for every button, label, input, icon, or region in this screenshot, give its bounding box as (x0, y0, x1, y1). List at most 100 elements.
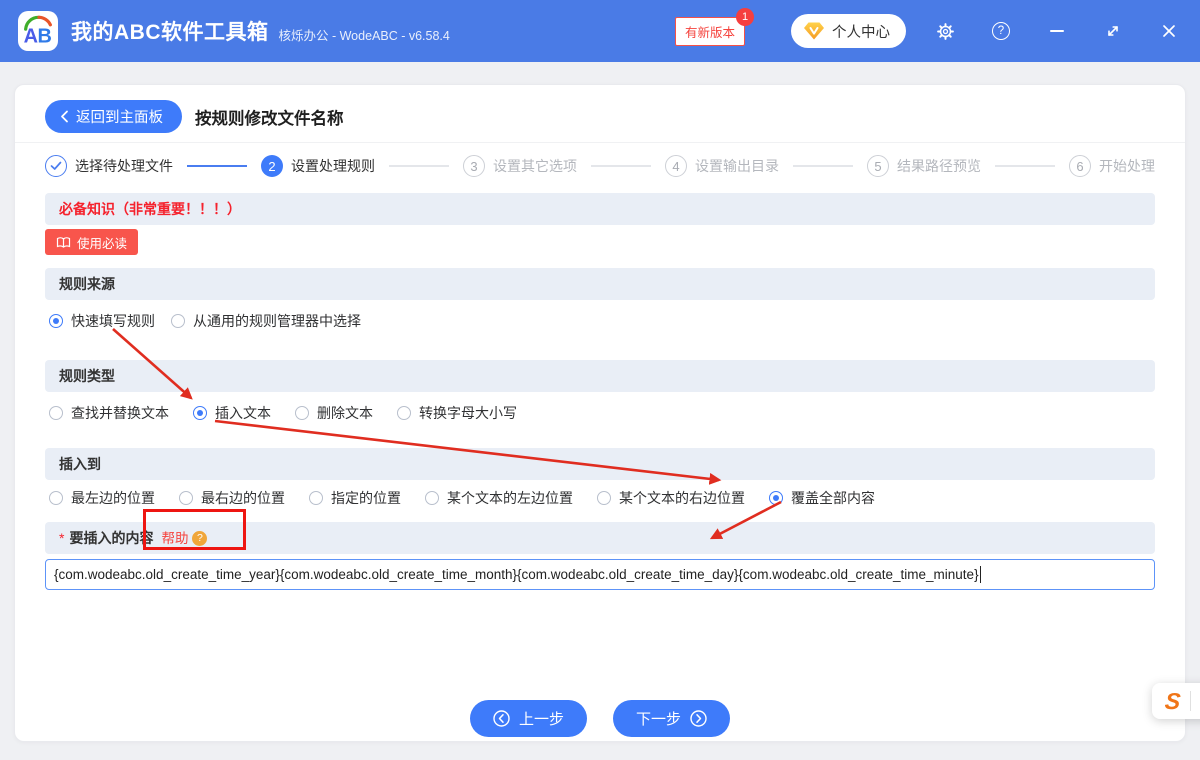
step-6: 6 开始处理 (1069, 155, 1155, 177)
app-logo-icon: A B (18, 11, 58, 51)
radio-label: 查找并替换文本 (71, 405, 169, 421)
step-label: 选择待处理文件 (75, 158, 173, 174)
radio-dot (179, 491, 193, 505)
new-version-label: 有新版本 (684, 25, 735, 40)
notice-bar: 必备知识（非常重要！！！） (45, 193, 1155, 225)
step-number: 2 (261, 155, 283, 177)
step-number: 5 (867, 155, 889, 177)
radio-label: 某个文本的右边位置 (619, 490, 745, 506)
page-header: 返回到主面板 按规则修改文件名称 (45, 85, 1155, 133)
step-3: 3 设置其它选项 (463, 155, 577, 177)
radio-label: 转换字母大小写 (419, 405, 517, 421)
radio-label: 插入文本 (215, 405, 271, 421)
screenshot-tool-widget[interactable]: S (1152, 683, 1200, 719)
step-1: 选择待处理文件 (45, 155, 173, 177)
insert-to-options: 最左边的位置 最右边的位置 指定的位置 某个文本的左边位置 某个文本的右边位置 覆盖全部内… (45, 488, 1155, 508)
radio-dot (309, 491, 323, 505)
radio-label: 某个文本的左边位置 (447, 490, 573, 506)
circle-chevron-left-icon (493, 710, 510, 727)
radio-label: 快速填写规则 (71, 313, 155, 329)
step-check-icon (45, 155, 67, 177)
previous-step-label: 上一步 (518, 711, 564, 728)
back-to-dashboard-button[interactable]: 返回到主面板 (45, 100, 182, 133)
insert-content-value: {com.wodeabc.old_create_time_year}{com.w… (54, 567, 979, 582)
text-cursor (979, 566, 982, 583)
radio-dot (49, 314, 63, 328)
step-number: 4 (665, 155, 687, 177)
titlebar: A B 我的ABC软件工具箱 核烁办公 - WodeABC - v6.58.4 … (0, 0, 1200, 62)
app-title: 我的ABC软件工具箱 (71, 21, 269, 44)
page-title: 按规则修改文件名称 (195, 109, 344, 128)
help-question-icon: ? (192, 530, 208, 546)
radio-label: 从通用的规则管理器中选择 (193, 313, 361, 329)
minimize-button[interactable] (1040, 14, 1074, 48)
insert-content-input[interactable]: {com.wodeabc.old_create_time_year}{com.w… (45, 559, 1155, 590)
radio-overwrite-all[interactable]: 覆盖全部内容 (769, 488, 875, 508)
radio-right-of-text[interactable]: 某个文本的右边位置 (597, 488, 745, 508)
user-center-label: 个人中心 (832, 24, 890, 41)
main-panel: 返回到主面板 按规则修改文件名称 选择待处理文件 2 设置处理规则 3 设置其它选项 4 设… (14, 84, 1186, 742)
help-button[interactable]: ? (984, 14, 1018, 48)
previous-step-button[interactable]: 上一步 (469, 700, 587, 737)
radio-rightmost-position[interactable]: 最右边的位置 (179, 488, 285, 508)
step-label: 设置输出目录 (695, 158, 779, 174)
step-2: 2 设置处理规则 (261, 155, 375, 177)
insert-content-label: 要插入的内容 (69, 530, 154, 546)
header-divider (15, 142, 1185, 143)
svg-text:B: B (37, 25, 51, 47)
rule-type-header: 规则类型 (45, 360, 1155, 392)
user-center-button[interactable]: 个人中心 (791, 14, 906, 48)
radio-label: 最左边的位置 (71, 490, 155, 506)
must-read-label: 使用必读 (77, 236, 128, 251)
new-version-badge[interactable]: 有新版本 1 (674, 7, 754, 46)
radio-left-of-text[interactable]: 某个文本的左边位置 (425, 488, 573, 508)
radio-quick-fill-rule[interactable]: 快速填写规则 (49, 311, 155, 331)
rule-type-options: 查找并替换文本 插入文本 删除文本 转换字母大小写 (45, 403, 1155, 423)
next-step-button[interactable]: 下一步 (613, 700, 731, 737)
insert-content-header: * 要插入的内容 帮助 ? (45, 522, 1155, 554)
rule-source-header: 规则来源 (45, 268, 1155, 300)
radio-convert-case[interactable]: 转换字母大小写 (397, 403, 517, 423)
step-label: 结果路径预览 (897, 158, 981, 174)
radio-dot (49, 406, 63, 420)
settings-button[interactable] (928, 14, 962, 48)
step-number: 6 (1069, 155, 1091, 177)
radio-label: 覆盖全部内容 (791, 490, 875, 506)
radio-dot (193, 406, 207, 420)
svg-text:A: A (24, 25, 38, 47)
must-read-button[interactable]: 使用必读 (45, 229, 139, 255)
next-step-label: 下一步 (636, 711, 682, 728)
step-connector (793, 165, 853, 167)
radio-dot (171, 314, 185, 328)
step-5: 5 结果路径预览 (867, 155, 981, 177)
rule-source-options: 快速填写规则 从通用的规则管理器中选择 (45, 311, 1155, 331)
screenshot-tool-logo: S (1163, 687, 1182, 714)
radio-dot (397, 406, 411, 420)
radio-dot (49, 491, 63, 505)
radio-find-replace-text[interactable]: 查找并替换文本 (49, 403, 169, 423)
step-connector (187, 165, 247, 167)
close-button[interactable] (1152, 14, 1186, 48)
back-button-label: 返回到主面板 (76, 110, 163, 126)
circle-chevron-right-icon (690, 710, 707, 727)
gear-icon (936, 22, 954, 40)
radio-label: 最右边的位置 (201, 490, 285, 506)
resize-button[interactable] (1096, 14, 1130, 48)
radio-label: 删除文本 (317, 405, 373, 421)
radio-specified-position[interactable]: 指定的位置 (309, 488, 401, 508)
step-connector (389, 165, 449, 167)
help-link[interactable]: 帮助 (161, 527, 189, 549)
diagonal-resize-icon (1108, 26, 1118, 36)
radio-delete-text[interactable]: 删除文本 (295, 403, 373, 423)
radio-dot (769, 491, 783, 505)
radio-leftmost-position[interactable]: 最左边的位置 (49, 488, 155, 508)
radio-insert-text[interactable]: 插入文本 (193, 403, 271, 423)
step-connector (591, 165, 651, 167)
radio-dot (425, 491, 439, 505)
radio-from-rule-manager[interactable]: 从通用的规则管理器中选择 (171, 311, 361, 331)
radio-dot (597, 491, 611, 505)
step-label: 设置处理规则 (291, 158, 375, 174)
steps: 选择待处理文件 2 设置处理规则 3 设置其它选项 4 设置输出目录 5 结果路径预览 6 开始处理 (45, 155, 1155, 177)
vip-gem-icon (804, 22, 824, 40)
required-asterisk: * (59, 530, 65, 546)
